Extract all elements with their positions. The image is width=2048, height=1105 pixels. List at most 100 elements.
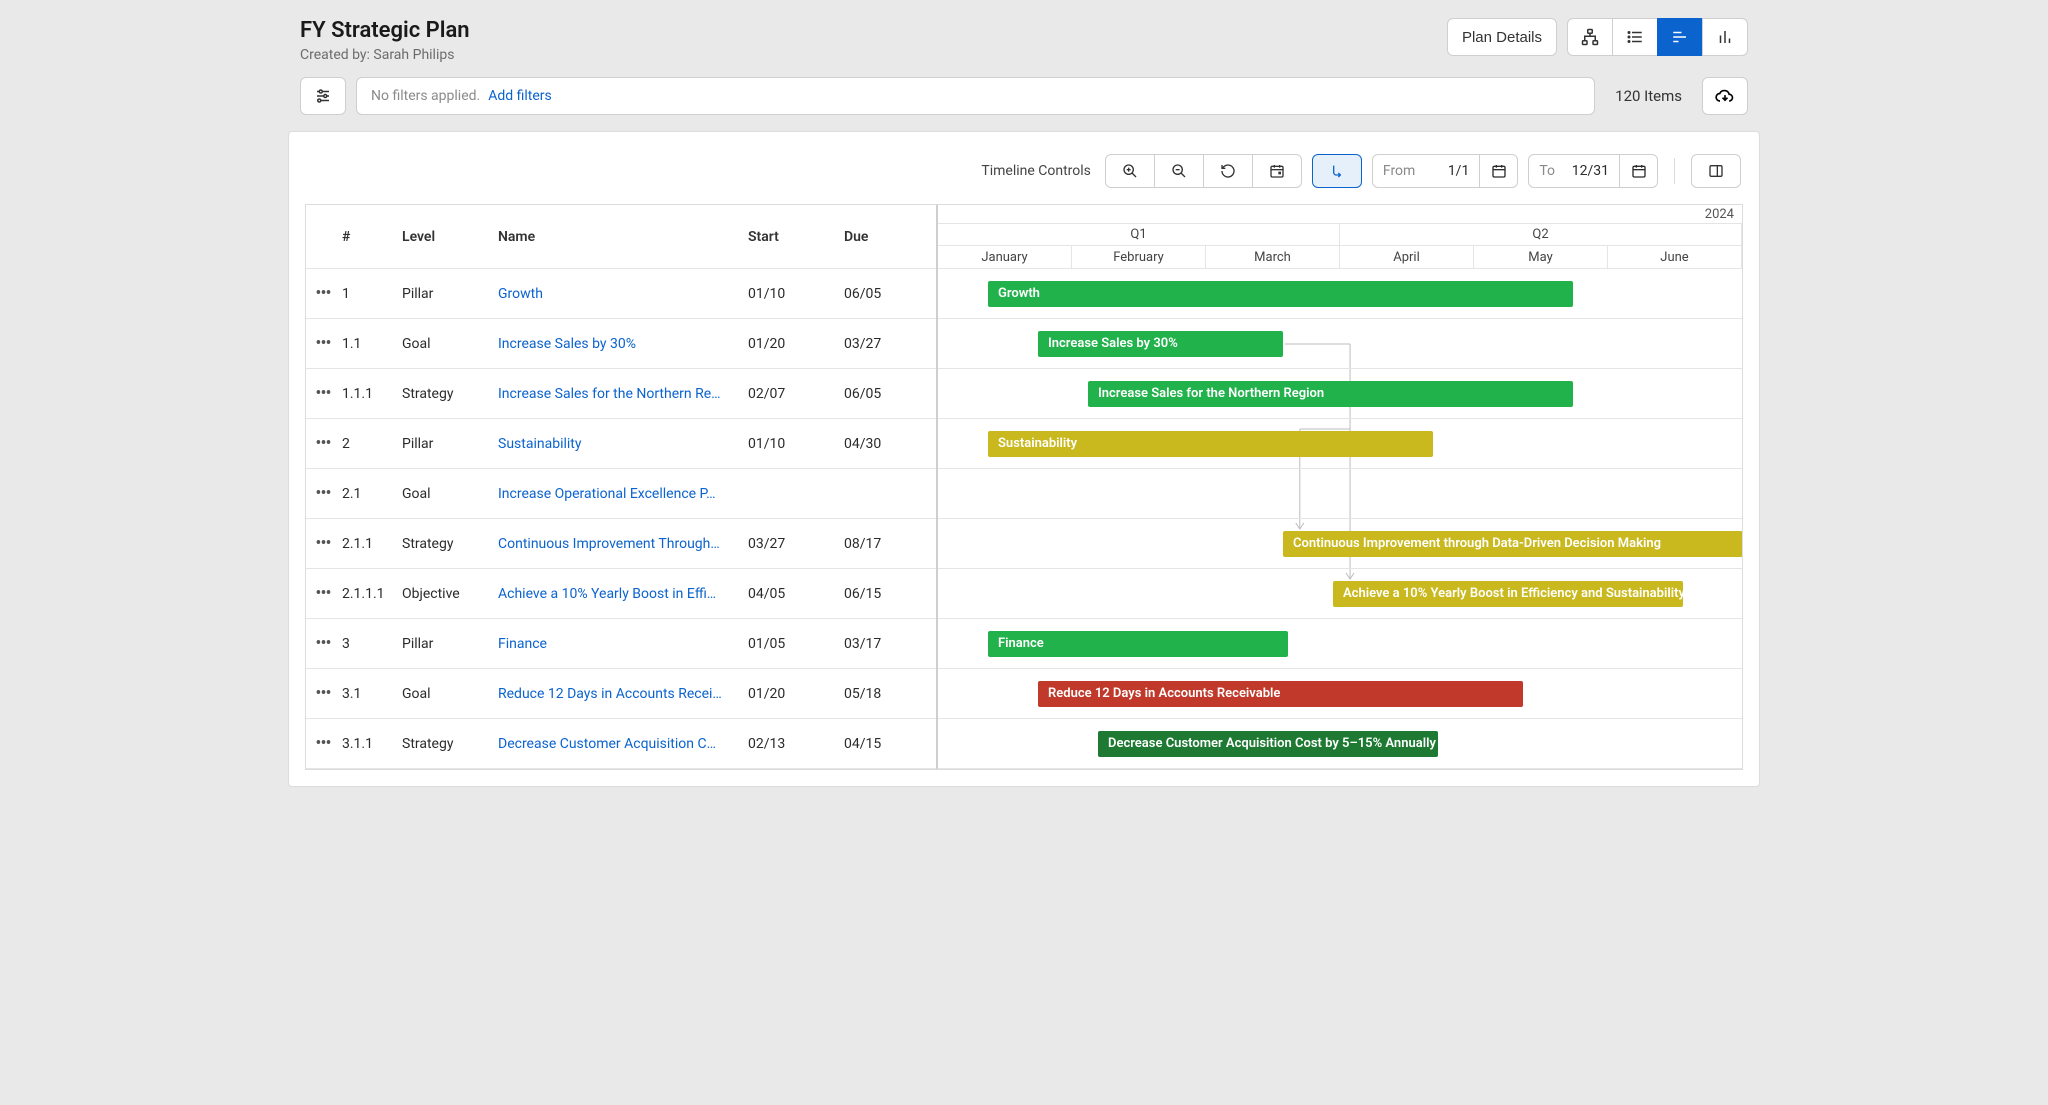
view-org-chart-button[interactable] [1567,18,1613,56]
row-level: Pillar [402,436,498,452]
row-menu-button[interactable]: ••• [315,483,330,504]
to-calendar-button[interactable] [1619,155,1657,187]
divider [1674,158,1675,184]
row-menu-button[interactable]: ••• [315,733,330,754]
to-value: 12/31 [1565,163,1619,179]
view-chart-button[interactable] [1702,18,1748,56]
gantt-bar[interactable]: Decrease Customer Acquisition Cost by 5–… [1098,731,1438,757]
date-to-field[interactable]: To 12/31 [1528,154,1658,188]
table-row: ••• 3.1.1StrategyDecrease Customer Acquis… [306,719,936,769]
cloud-download-button[interactable] [1702,77,1748,115]
row-menu-button[interactable]: ••• [315,683,330,704]
gantt-row: Achieve a 10% Yearly Boost in Efficiency… [938,569,1742,619]
gantt-row [938,469,1742,519]
filter-bar[interactable]: No filters applied. Add filters [356,77,1595,115]
calendar-icon [1491,163,1507,179]
from-calendar-button[interactable] [1479,155,1517,187]
row-name-link[interactable]: Increase Operational Excellence P… [498,486,716,502]
col-name: Name [498,229,748,245]
row-name-link[interactable]: Continuous Improvement Through… [498,536,720,552]
gantt-bar[interactable]: Increase Sales for the Northern Region [1088,381,1573,407]
cloud-download-icon [1715,86,1735,106]
gantt-bar[interactable]: Achieve a 10% Yearly Boost in Efficiency… [1333,581,1683,607]
org-chart-icon [1581,28,1599,46]
sliders-icon [314,87,332,105]
row-menu-button[interactable]: ••• [315,283,330,304]
undo-button[interactable] [1203,154,1253,188]
gantt-bar[interactable]: Increase Sales by 30% [1038,331,1283,357]
row-num: 3.1.1 [340,736,402,752]
row-name-link[interactable]: Decrease Customer Acquisition C… [498,736,716,752]
row-menu-button[interactable]: ••• [315,583,330,604]
dependency-toggle-button[interactable] [1312,154,1362,188]
row-menu-button[interactable]: ••• [315,633,330,654]
view-list-button[interactable] [1612,18,1658,56]
created-by: Created by: Sarah Philips [300,47,470,63]
row-menu-button[interactable]: ••• [315,333,330,354]
row-name-link[interactable]: Growth [498,286,543,302]
gantt-bar[interactable]: Reduce 12 Days in Accounts Receivable [1038,681,1523,707]
zoom-out-icon [1171,163,1187,179]
gantt-row: Decrease Customer Acquisition Cost by 5–… [938,719,1742,769]
zoom-in-button[interactable] [1105,154,1155,188]
gantt-row: Increase Sales for the Northern Region [938,369,1742,419]
row-num: 1.1 [340,336,402,352]
row-name-link[interactable]: Achieve a 10% Yearly Boost in Effi… [498,586,716,602]
date-from-field[interactable]: From 1/1 [1372,154,1518,188]
row-name-link[interactable]: Increase Sales by 30% [498,336,636,352]
col-level: Level [402,229,498,245]
view-gantt-button[interactable] [1657,18,1703,56]
from-label: From [1373,163,1425,179]
list-icon [1626,28,1644,46]
row-level: Pillar [402,286,498,302]
row-level: Goal [402,336,498,352]
col-num: # [340,229,402,245]
row-name-link[interactable]: Reduce 12 Days in Accounts Recei… [498,686,722,702]
gantt-bar[interactable]: Growth [988,281,1573,307]
bar-chart-icon [1716,28,1734,46]
zoom-out-button[interactable] [1154,154,1204,188]
timeline-month: April [1340,245,1474,268]
gantt-bar[interactable]: Sustainability [988,431,1433,457]
row-menu-button[interactable]: ••• [315,433,330,454]
panel-layout-button[interactable] [1691,154,1741,188]
row-due: 08/17 [844,536,934,552]
row-num: 3 [340,636,402,652]
timeline-quarter: Q1 [938,223,1340,245]
row-start: 03/27 [748,536,844,552]
no-filters-label: No filters applied. [371,88,480,104]
gantt-bar[interactable]: Finance [988,631,1288,657]
row-start: 01/10 [748,436,844,452]
timeline-month: February [1072,245,1206,268]
dependency-arrow-icon [1329,163,1345,179]
col-start: Start [748,229,844,245]
plan-details-button[interactable]: Plan Details [1447,18,1557,56]
row-menu-button[interactable]: ••• [315,533,330,554]
today-button[interactable] [1252,154,1302,188]
row-num: 2.1.1 [340,536,402,552]
table-row: •••2.1GoalIncrease Operational Excellenc… [306,469,936,519]
row-start: 01/20 [748,336,844,352]
col-due: Due [844,229,934,245]
row-start: 02/07 [748,386,844,402]
row-name-link[interactable]: Finance [498,636,547,652]
row-level: Strategy [402,736,498,752]
row-name-link[interactable]: Increase Sales for the Northern Re… [498,386,721,402]
row-due: 04/15 [844,736,934,752]
row-level: Goal [402,686,498,702]
filter-settings-button[interactable] [300,77,346,115]
row-name-link[interactable]: Sustainability [498,436,581,452]
gantt-icon [1671,28,1689,46]
row-num: 1 [340,286,402,302]
gantt-bar[interactable]: Continuous Improvement through Data-Driv… [1283,531,1742,557]
add-filters-link[interactable]: Add filters [488,88,552,104]
row-start: 01/05 [748,636,844,652]
timeline-month: January [938,245,1072,268]
timeline-month: June [1608,245,1742,268]
row-menu-button[interactable]: ••• [315,383,330,404]
row-start: 02/13 [748,736,844,752]
row-due: 05/18 [844,686,934,702]
row-num: 2.1.1.1 [340,586,402,602]
row-due: 06/05 [844,386,934,402]
row-start: 01/10 [748,286,844,302]
